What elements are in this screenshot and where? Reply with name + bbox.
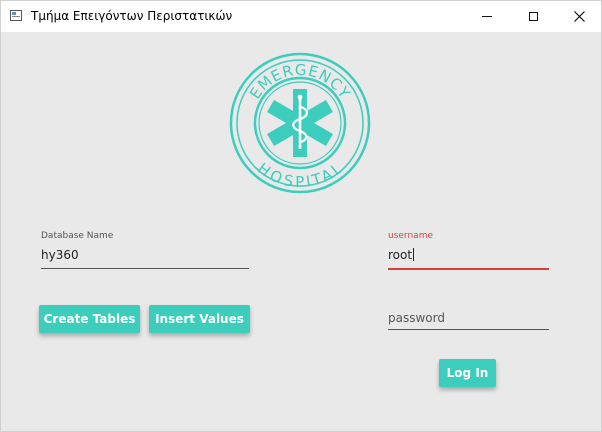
minimize-button[interactable] (464, 1, 510, 32)
maximize-button[interactable] (510, 1, 556, 32)
password-underline (388, 329, 549, 330)
username-value: root (388, 248, 413, 262)
password-field[interactable]: password (388, 306, 549, 332)
password-input[interactable]: password (388, 311, 445, 325)
emergency-hospital-logo: EMERGENCY HOSPITAL (229, 52, 371, 194)
title-bar[interactable]: Τμήμα Επειγόντων Περιστατικών (1, 1, 601, 32)
username-input[interactable]: root (388, 248, 415, 262)
insert-values-button[interactable]: Insert Values (149, 305, 250, 333)
database-name-input[interactable]: hy360 (41, 248, 79, 262)
app-window: Τμήμα Επειγόντων Περιστατικών EMERGENCY … (0, 0, 602, 432)
maximize-icon (528, 12, 538, 21)
database-name-underline (41, 268, 249, 269)
log-in-button[interactable]: Log In (439, 359, 496, 387)
window-title: Τμήμα Επειγόντων Περιστατικών (31, 9, 233, 23)
minimize-icon (482, 16, 492, 17)
database-name-field[interactable]: Database Name hy360 (41, 231, 249, 271)
close-button[interactable] (556, 1, 602, 32)
star-of-life-icon (267, 89, 333, 157)
app-icon (10, 10, 22, 21)
username-underline (388, 268, 549, 270)
username-field[interactable]: username root (388, 231, 549, 271)
close-icon (573, 11, 585, 22)
username-label: username (388, 231, 433, 241)
create-tables-button[interactable]: Create Tables (39, 305, 140, 333)
text-caret (413, 248, 415, 261)
database-name-label: Database Name (41, 231, 114, 241)
